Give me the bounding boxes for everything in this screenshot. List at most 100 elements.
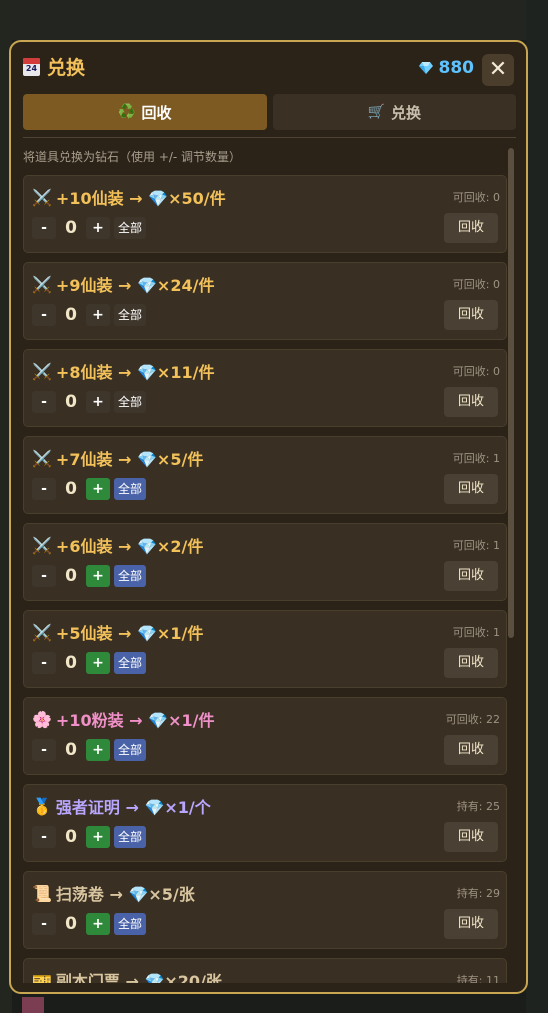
recycle-button[interactable]: 回收 (444, 735, 498, 765)
tab-recycle[interactable]: ♻️ 回收 (23, 94, 267, 130)
item-title-row: 📜 扫荡卷 → 💎×5/张 (32, 881, 195, 905)
recycle-card: 🥇 强者证明 → 💎×1/个 持有: 25 - 0 + 全部 回收 (23, 784, 507, 862)
plus-button[interactable]: + (86, 217, 110, 239)
plus-button[interactable]: + (86, 913, 110, 935)
item-title: 扫荡卷 → 💎×5/张 (55, 885, 195, 904)
item-icon: ⚔️ (32, 535, 52, 555)
recycle-button[interactable]: 回收 (444, 561, 498, 591)
quantity-stepper: - 0 + 全部 (32, 913, 147, 935)
minus-button[interactable]: - (32, 826, 56, 848)
recycle-card: ⚔️ +8仙装 → 💎×11/件 可回收: 0 - 0 + 全部 回收 (23, 349, 507, 427)
minus-button[interactable]: - (32, 391, 56, 413)
all-button[interactable]: 全部 (114, 217, 147, 239)
all-button[interactable]: 全部 (114, 478, 147, 500)
cart-icon: 🛒 (367, 104, 385, 120)
recycle-button[interactable]: 回收 (444, 474, 498, 504)
recycle-card: 🎫 副本门票 → 💎×20/张 持有: 11 - 0 + 全部 回收 (23, 958, 507, 983)
item-icon: 🎫 (32, 970, 52, 984)
item-icon: 🥇 (32, 796, 52, 816)
item-icon: ⚔️ (32, 361, 52, 381)
item-stock: 持有: 25 (456, 800, 500, 813)
recycle-card: ⚔️ +9仙装 → 💎×24/件 可回收: 0 - 0 + 全部 回收 (23, 262, 507, 340)
recycle-button[interactable]: 回收 (444, 300, 498, 330)
quantity-value: 0 (65, 740, 77, 760)
quantity-value: 0 (65, 218, 77, 238)
minus-button[interactable]: - (32, 478, 56, 500)
all-button[interactable]: 全部 (114, 304, 147, 326)
item-stock: 可回收: 1 (452, 452, 500, 465)
item-title: +7仙装 → 💎×5/件 (55, 450, 204, 469)
quantity-value: 0 (65, 479, 77, 499)
quantity-value: 0 (65, 914, 77, 934)
plus-button[interactable]: + (86, 391, 110, 413)
item-stock: 可回收: 1 (452, 539, 500, 552)
item-icon: 🌸 (32, 709, 52, 729)
quantity-value: 0 (65, 566, 77, 586)
background-accent (22, 997, 44, 1013)
item-title: 副本门票 → 💎×20/张 (55, 972, 222, 983)
item-title: 强者证明 → 💎×1/个 (55, 798, 211, 817)
item-stock: 可回收: 22 (445, 713, 500, 726)
minus-button[interactable]: - (32, 304, 56, 326)
item-title: +9仙装 → 💎×24/件 (55, 276, 215, 295)
recycle-card: ⚔️ +6仙装 → 💎×2/件 可回收: 1 - 0 + 全部 回收 (23, 523, 507, 601)
all-button[interactable]: 全部 (114, 913, 147, 935)
tab-exchange-label: 兑换 (390, 103, 421, 122)
recycle-card: ⚔️ +5仙装 → 💎×1/件 可回收: 1 - 0 + 全部 回收 (23, 610, 507, 688)
recycle-button[interactable]: 回收 (444, 648, 498, 678)
item-icon: ⚔️ (32, 448, 52, 468)
modal-header: 24 兑换 880 ✕ (23, 54, 514, 86)
minus-button[interactable]: - (32, 913, 56, 935)
recycle-button[interactable]: 回收 (444, 822, 498, 852)
quantity-stepper: - 0 + 全部 (32, 739, 147, 761)
item-title: +5仙装 → 💎×1/件 (55, 624, 204, 643)
divider (23, 137, 516, 138)
quantity-stepper: - 0 + 全部 (32, 478, 147, 500)
minus-button[interactable]: - (32, 565, 56, 587)
all-button[interactable]: 全部 (114, 391, 147, 413)
item-title-row: ⚔️ +5仙装 → 💎×1/件 (32, 620, 203, 644)
recycle-card: 🌸 +10粉装 → 💎×1/件 可回收: 22 - 0 + 全部 回收 (23, 697, 507, 775)
item-title-row: ⚔️ +9仙装 → 💎×24/件 (32, 272, 214, 296)
item-title: +10粉装 → 💎×1/件 (55, 711, 215, 730)
tab-bar: ♻️ 回收 🛒 兑换 (23, 94, 516, 130)
all-button[interactable]: 全部 (114, 652, 147, 674)
diamond-balance: 880 (418, 56, 474, 80)
plus-button[interactable]: + (86, 652, 110, 674)
item-title-row: ⚔️ +10仙装 → 💎×50/件 (32, 185, 226, 209)
plus-button[interactable]: + (86, 739, 110, 761)
all-button[interactable]: 全部 (114, 739, 147, 761)
plus-button[interactable]: + (86, 826, 110, 848)
minus-button[interactable]: - (32, 652, 56, 674)
item-title: +10仙装 → 💎×50/件 (55, 189, 226, 208)
item-title-row: ⚔️ +6仙装 → 💎×2/件 (32, 533, 203, 557)
minus-button[interactable]: - (32, 739, 56, 761)
quantity-value: 0 (65, 305, 77, 325)
item-title: +6仙装 → 💎×2/件 (55, 537, 204, 556)
item-icon: ⚔️ (32, 187, 52, 207)
scrollbar[interactable] (508, 148, 514, 638)
item-icon: ⚔️ (32, 622, 52, 642)
tab-recycle-label: 回收 (141, 103, 172, 122)
tab-exchange[interactable]: 🛒 兑换 (272, 94, 516, 130)
background-top (0, 0, 548, 40)
plus-button[interactable]: + (86, 565, 110, 587)
all-button[interactable]: 全部 (114, 565, 147, 587)
quantity-stepper: - 0 + 全部 (32, 565, 147, 587)
recycle-card: ⚔️ +7仙装 → 💎×5/件 可回收: 1 - 0 + 全部 回收 (23, 436, 507, 514)
item-title-row: 🌸 +10粉装 → 💎×1/件 (32, 707, 214, 731)
recycle-button[interactable]: 回收 (444, 387, 498, 417)
plus-button[interactable]: + (86, 478, 110, 500)
recycle-button[interactable]: 回收 (444, 909, 498, 939)
hint-text: 将道具兑换为钻石（使用 +/- 调节数量） (23, 150, 242, 164)
all-button[interactable]: 全部 (114, 826, 147, 848)
item-stock: 可回收: 0 (452, 191, 500, 204)
item-stock: 可回收: 1 (452, 626, 500, 639)
quantity-value: 0 (65, 392, 77, 412)
item-title-row: ⚔️ +7仙装 → 💎×5/件 (32, 446, 203, 470)
recycle-button[interactable]: 回收 (444, 213, 498, 243)
close-button[interactable]: ✕ (482, 54, 514, 86)
plus-button[interactable]: + (86, 304, 110, 326)
item-title-row: ⚔️ +8仙装 → 💎×11/件 (32, 359, 214, 383)
minus-button[interactable]: - (32, 217, 56, 239)
